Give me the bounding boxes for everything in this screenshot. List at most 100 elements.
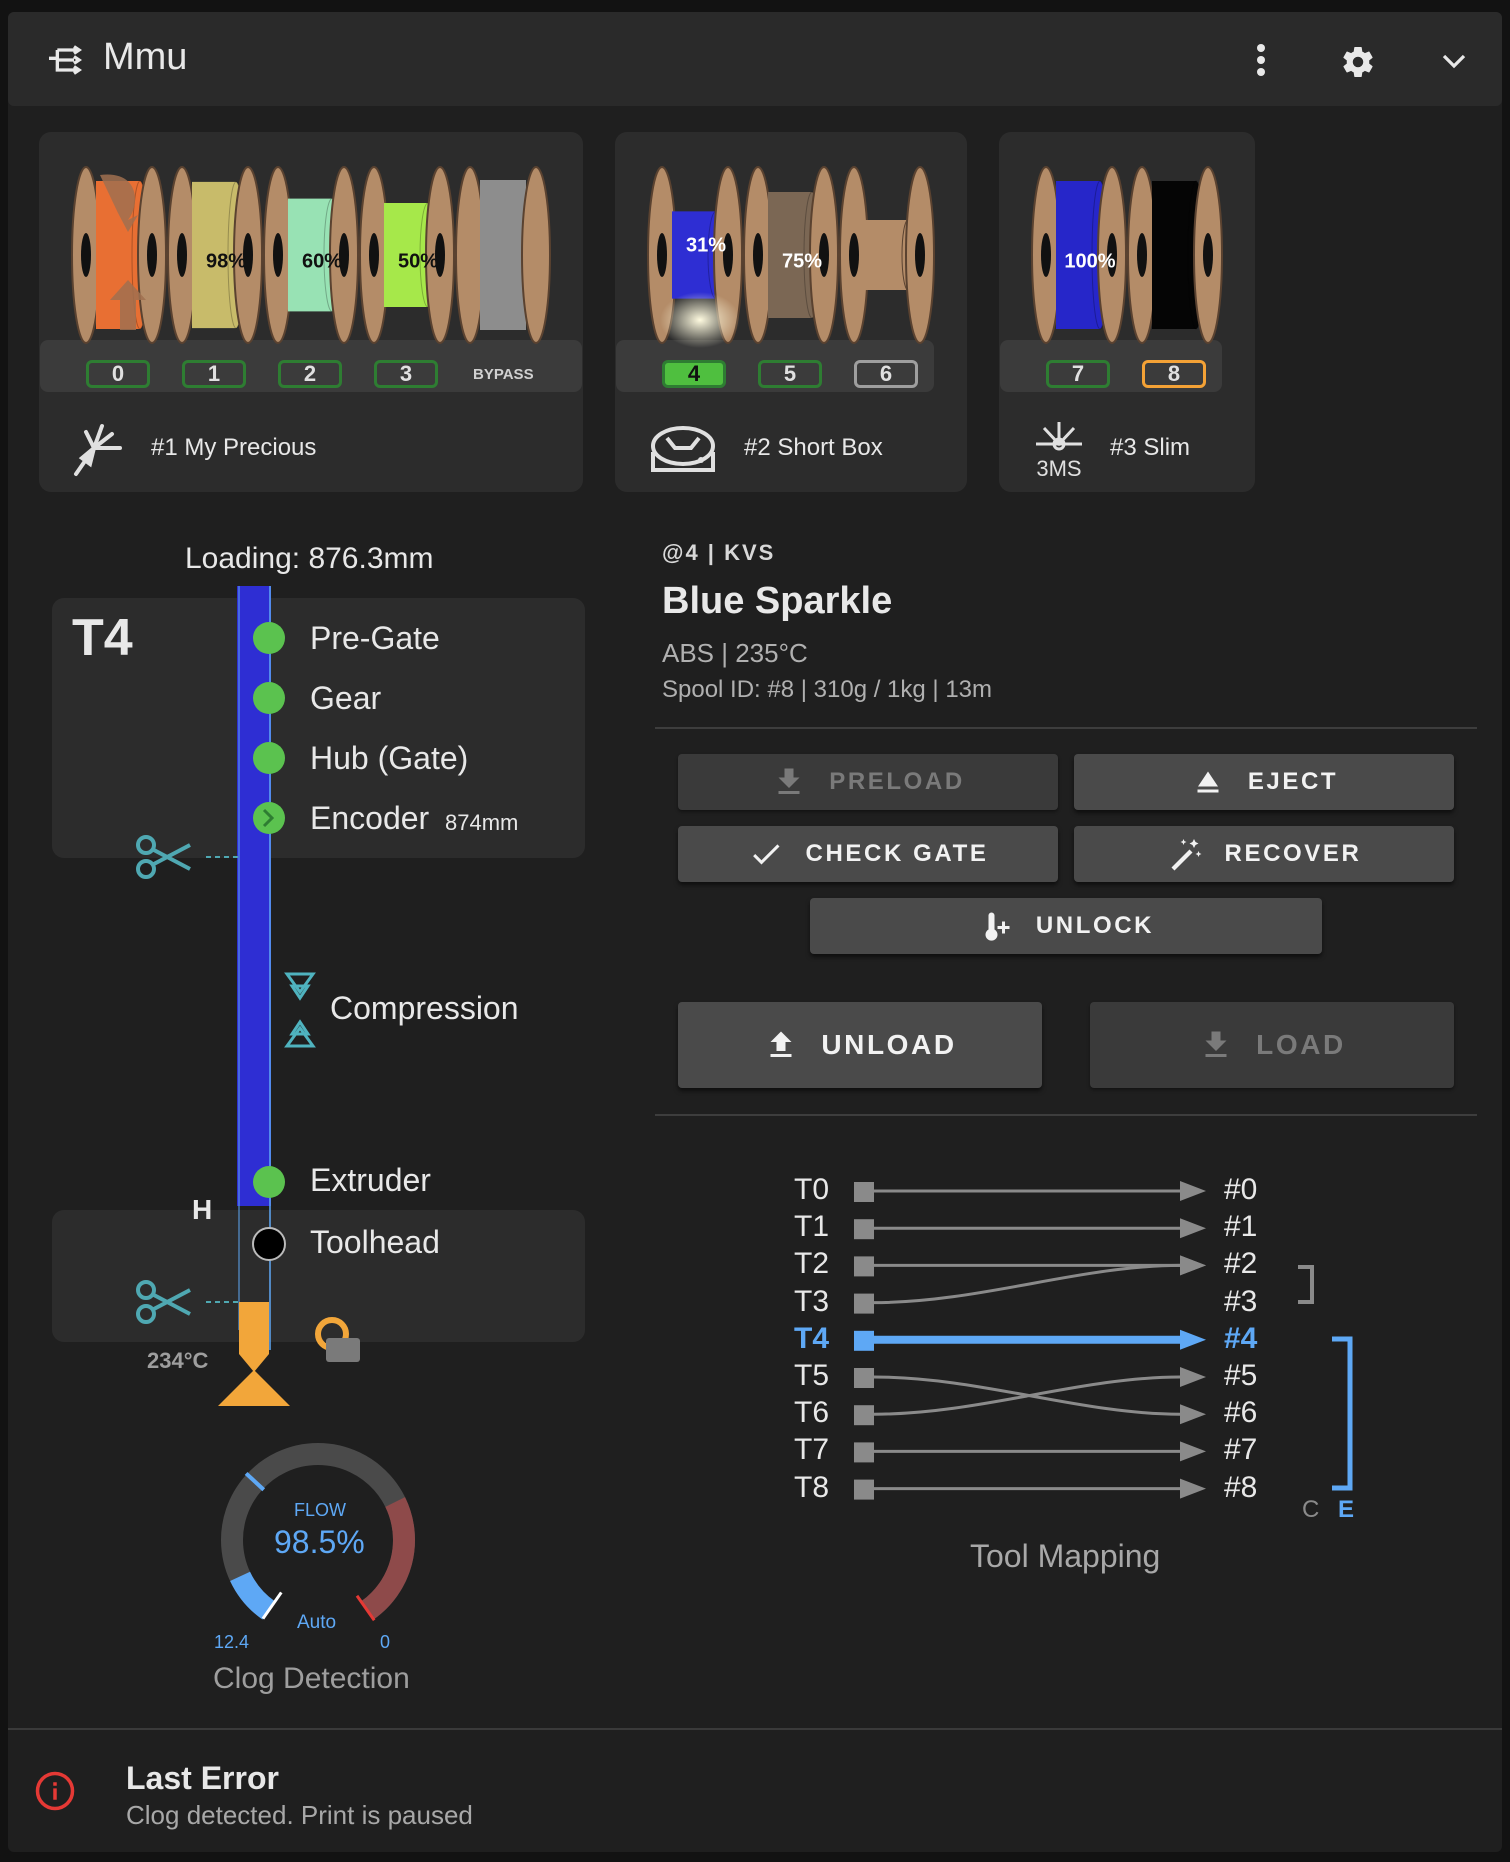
- map-gate-label: #8: [1224, 1470, 1258, 1504]
- step-extruder-label: Extruder: [310, 1162, 431, 1198]
- map-source-node: [854, 1219, 874, 1240]
- map-source-node: [854, 1442, 874, 1463]
- info-circle-icon: [35, 1771, 75, 1811]
- error-title: Last Error: [126, 1760, 279, 1796]
- gate-7-percent: 100%: [1064, 250, 1116, 273]
- map-tool-label: T0: [794, 1173, 830, 1206]
- gate-6-badge[interactable]: 6: [854, 360, 918, 388]
- map-tool-label: T6: [794, 1396, 830, 1430]
- gate-3-percent: 50%: [397, 250, 439, 273]
- map-source-node: [854, 1330, 874, 1351]
- magic-wand-icon: [1171, 839, 1202, 871]
- unload-button[interactable]: UNLOAD: [678, 1002, 1042, 1088]
- gate-4-badge[interactable]: 4: [662, 360, 726, 388]
- flow-label: FLOW: [294, 1500, 346, 1520]
- dots-vertical-icon[interactable]: [1245, 40, 1277, 80]
- spool-hub-hole: [147, 233, 157, 277]
- step-encoder-label: Encoder: [310, 800, 430, 836]
- recover-label: RECOVER: [1224, 840, 1362, 867]
- preload-label: PRELOAD: [829, 768, 965, 795]
- map-source-node: [854, 1293, 874, 1314]
- spool-hub-hole: [81, 233, 91, 277]
- load-label: LOAD: [1256, 1029, 1346, 1060]
- gear-icon[interactable]: [1340, 44, 1376, 80]
- preload-button[interactable]: PRELOAD: [678, 754, 1058, 810]
- step-pre-gate-label: Pre-Gate: [310, 620, 440, 656]
- chevron-down-icon[interactable]: [1436, 46, 1472, 76]
- spool-hub-hole: [1041, 233, 1051, 277]
- spool-hub-hole: [177, 233, 187, 277]
- clog-mode: Auto: [297, 1612, 337, 1633]
- unit-name: #1 My Precious: [151, 434, 317, 461]
- map-gate-label: #2: [1224, 1247, 1258, 1281]
- hotend-block: [239, 1302, 269, 1354]
- unload-label: UNLOAD: [821, 1029, 957, 1060]
- gate-4-percent: 31%: [685, 234, 727, 257]
- map-source-node: [854, 1479, 874, 1500]
- unit-name: #3 Slim: [1110, 434, 1191, 461]
- eject-label: EJECT: [1247, 768, 1339, 795]
- step-ok-dot: [253, 622, 285, 654]
- step-ok-dot: [253, 742, 285, 774]
- bypass-label[interactable]: BYPASS: [473, 366, 534, 383]
- step-gear-label: Gear: [310, 680, 382, 716]
- encoder-distance: 874mm: [445, 810, 519, 835]
- map-source-node: [854, 1405, 874, 1426]
- flow-value: 98.5%: [274, 1524, 365, 1560]
- spool-hub-hole: [657, 233, 667, 277]
- map-gate-label: #0: [1224, 1173, 1258, 1206]
- step-ok-dot: [253, 1166, 285, 1198]
- clog-min-label: 12.4: [214, 1632, 250, 1652]
- check-gate-label: CHECK GATE: [805, 840, 989, 867]
- spool-hub-hole: [369, 233, 379, 277]
- map-source-node: [854, 1256, 874, 1277]
- unlock-button[interactable]: UNLOCK: [810, 898, 1322, 954]
- check-icon: [752, 844, 780, 865]
- bypass-filament: [480, 180, 526, 330]
- filament-tube: [237, 586, 271, 1206]
- map-tool-label: T1: [794, 1210, 830, 1244]
- svg-text:3MS: 3MS: [1036, 456, 1081, 480]
- spool-material: ABS | 235°C: [662, 638, 808, 668]
- step-compression-label: Compression: [330, 990, 519, 1026]
- spool-hub-hole: [1203, 233, 1213, 277]
- load-button[interactable]: LOAD: [1090, 1002, 1454, 1088]
- gate-3-badge[interactable]: 3: [374, 360, 438, 388]
- error-message: Clog detected. Print is paused: [126, 1800, 473, 1830]
- upload-icon: [770, 1031, 792, 1057]
- gate-5-badge[interactable]: 5: [758, 360, 822, 388]
- spool-subtitle: @4 | KVS: [662, 540, 776, 565]
- spool-hub-hole: [1137, 233, 1147, 277]
- extruder-gear-icon: [326, 1338, 360, 1362]
- gate-2-percent: 60%: [301, 250, 343, 273]
- spool-hub-hole: [849, 233, 859, 277]
- tool-mapping-title: Tool Mapping: [970, 1538, 1161, 1574]
- spool-name: Blue Sparkle: [662, 580, 893, 622]
- empty-core: [864, 220, 908, 290]
- map-gate-label: #5: [1224, 1359, 1258, 1392]
- gate-2-badge[interactable]: 2: [278, 360, 342, 388]
- clog-max-label: 0: [380, 1632, 391, 1652]
- eject-icon: [1197, 771, 1219, 793]
- recover-button[interactable]: RECOVER: [1074, 826, 1454, 882]
- eject-button[interactable]: EJECT: [1074, 754, 1454, 810]
- step-hub-label: Hub (Gate): [310, 740, 469, 776]
- turtle-box-logo-icon: [651, 426, 715, 472]
- mapping-c-label: C: [1302, 1496, 1320, 1523]
- gate-7-badge[interactable]: 7: [1046, 360, 1110, 388]
- clog-detection-title: Clog Detection: [213, 1662, 410, 1695]
- spool-hub-hole: [753, 233, 763, 277]
- mmu-tree-icon: [49, 45, 83, 75]
- mapping-e-label: E: [1338, 1496, 1355, 1523]
- gate-1-badge[interactable]: 1: [182, 360, 246, 388]
- check-gate-button[interactable]: CHECK GATE: [678, 826, 1058, 882]
- nozzle-temp: 234°C: [147, 1348, 209, 1373]
- unlock-label: UNLOCK: [1035, 912, 1155, 939]
- loading-status: Loading: 876.3mm: [185, 542, 434, 575]
- gate-8-badge[interactable]: 8: [1142, 360, 1206, 388]
- map-tool-label: T2: [794, 1247, 830, 1281]
- gate-0-badge[interactable]: 0: [86, 360, 150, 388]
- map-gate-label: #6: [1224, 1396, 1258, 1430]
- bypass-flange: [455, 166, 485, 344]
- unit-name: #2 Short Box: [744, 434, 883, 461]
